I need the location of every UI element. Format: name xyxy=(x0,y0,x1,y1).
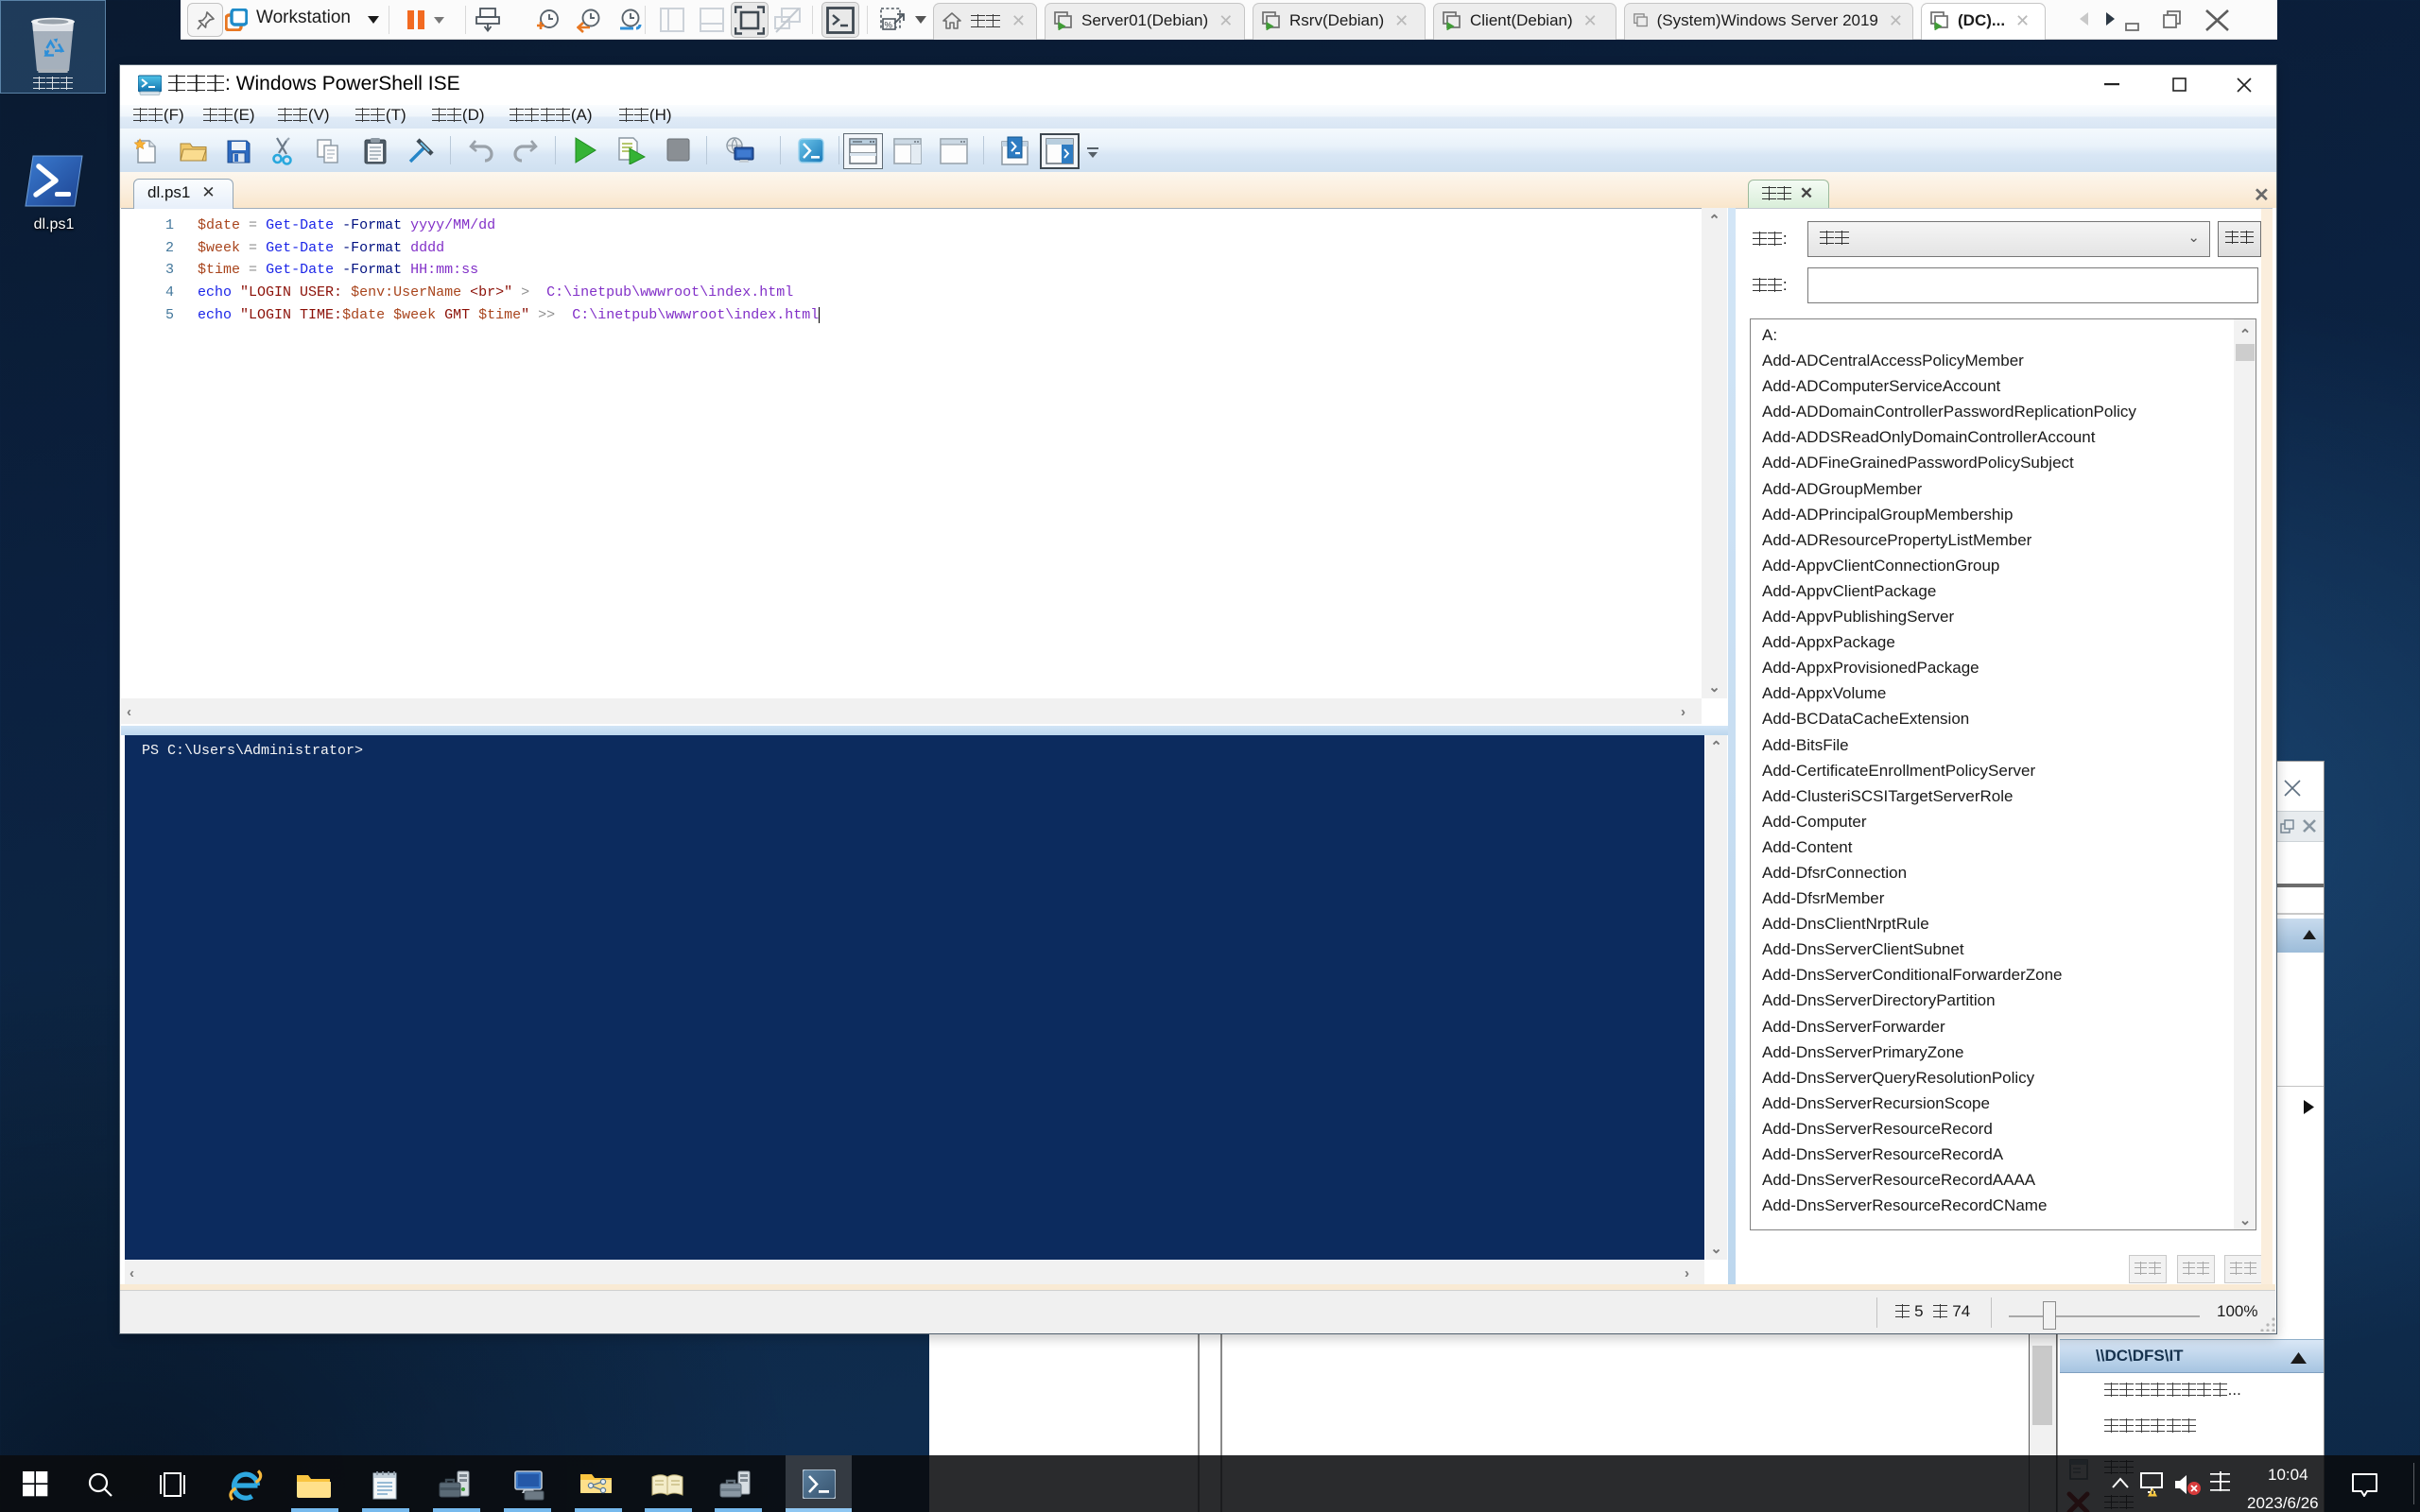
svg-text:%: % xyxy=(885,21,893,31)
